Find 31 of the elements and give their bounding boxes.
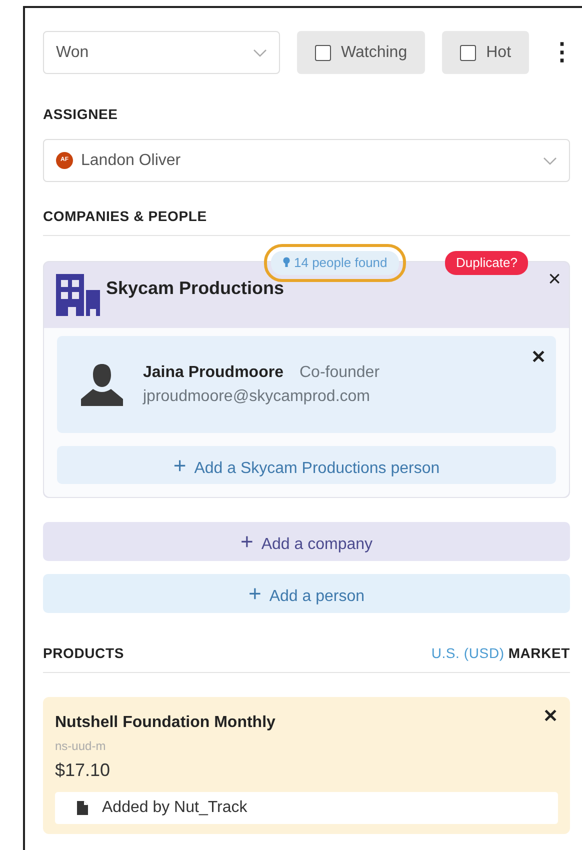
close-button[interactable]: ✕	[543, 707, 558, 725]
product-name: Nutshell Foundation Monthly	[55, 714, 276, 731]
section-heading: ASSIGNEE	[43, 105, 119, 124]
section-heading: COMPANIES & PEOPLE	[43, 206, 570, 236]
add-company-button[interactable]: + Add a company	[43, 522, 570, 561]
product-sku: ns-uud-m	[55, 738, 107, 755]
person-icon	[79, 362, 125, 408]
checkbox[interactable]	[315, 44, 331, 60]
lightbulb-icon	[283, 257, 290, 268]
chevron-icon	[253, 48, 267, 56]
document-icon	[77, 801, 88, 815]
menu-button[interactable]: ⋮	[550, 40, 574, 64]
close-button[interactable]: ✕	[531, 348, 546, 366]
add-person-button[interactable]: + Add a person	[43, 574, 570, 613]
toggle-button[interactable]: Watching	[297, 31, 426, 74]
person-name: Jaina Proudmoore	[143, 362, 284, 382]
chevron-icon	[543, 156, 557, 164]
close-button[interactable]: ×	[548, 268, 561, 290]
duplicate-badge[interactable]: Duplicate?	[445, 251, 528, 274]
add-person-button[interactable]: + Add a Skycam Productions person	[57, 446, 556, 484]
toggle-button[interactable]: Hot	[442, 31, 530, 74]
person-role: Co-founder	[299, 362, 380, 382]
company-name: Skycam Productions	[106, 276, 284, 300]
section-heading: PRODUCTS	[43, 644, 125, 663]
note-text: Added by Nut_Track	[102, 798, 248, 818]
product-price: $17.10	[55, 759, 112, 782]
person-email: jproudmoore@skycamprod.com	[143, 386, 371, 406]
market-label: MARKET	[508, 644, 570, 663]
checkbox[interactable]	[460, 44, 476, 60]
stage-select[interactable]: Won	[43, 31, 280, 74]
building-icon	[54, 272, 100, 318]
